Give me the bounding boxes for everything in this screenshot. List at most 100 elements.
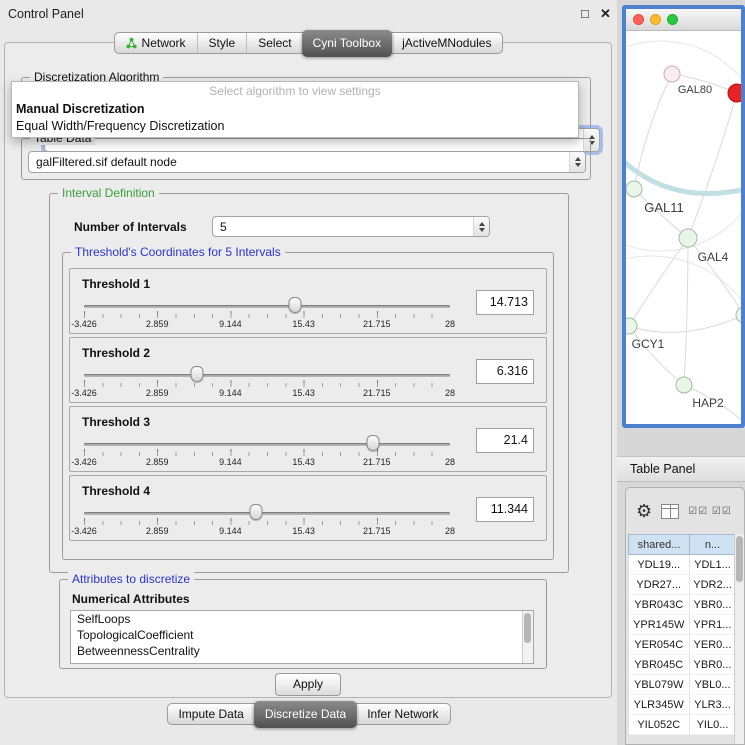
table-row[interactable]: YER054CYER0... [629, 635, 736, 655]
number-of-intervals-combobox[interactable]: 5 [212, 216, 490, 237]
tick-label: 9.144 [219, 388, 242, 398]
table-cell[interactable]: YPR145W [629, 615, 690, 635]
threshold-value-field[interactable]: 21.4 [476, 428, 534, 453]
table-row[interactable]: YBL079WYBL0... [629, 675, 736, 695]
table-cell[interactable]: YBL079W [629, 675, 690, 695]
table-cell[interactable]: YER054C [629, 635, 690, 655]
tab-label: Infer Network [367, 707, 438, 721]
network-node[interactable] [676, 377, 692, 393]
threshold-value-field[interactable]: 11.344 [476, 497, 534, 522]
attribute-list-item[interactable]: BetweennessCentrality [71, 643, 533, 659]
network-edge[interactable] [684, 238, 688, 385]
table-row[interactable]: YBR043CYBR0... [629, 595, 736, 615]
network-node[interactable] [664, 66, 680, 82]
algorithm-option[interactable]: Equal Width/Frequency Discretization [12, 118, 578, 135]
scrollbar-thumb[interactable] [524, 613, 531, 643]
network-edge[interactable] [629, 315, 741, 332]
close-window-icon[interactable]: ✕ [600, 6, 611, 22]
slider-track[interactable] [84, 443, 450, 446]
network-node[interactable] [728, 84, 741, 102]
network-node[interactable] [626, 318, 637, 334]
table-cell[interactable]: YDL1... [690, 555, 736, 575]
table-row[interactable]: YPR145WYPR1... [629, 615, 736, 635]
table-cell[interactable]: YBL0... [690, 675, 736, 695]
table-cell[interactable]: YLR345W [629, 695, 690, 715]
attribute-list-item[interactable]: TopologicalCoefficient [71, 627, 533, 643]
network-canvas-svg[interactable]: GAL80GAL11GAL4GCY1HAP2 [626, 31, 741, 424]
tab-infer-network[interactable]: Infer Network [356, 704, 449, 724]
column-header-name[interactable]: n... [690, 535, 736, 555]
table-row[interactable]: YDL19...YDL1... [629, 555, 736, 575]
tick-label: -3.426 [71, 319, 97, 329]
float-window-icon[interactable]: □ [581, 6, 589, 21]
table-cell[interactable]: YPR1... [690, 615, 736, 635]
slider-track[interactable] [84, 374, 450, 377]
tab-cyni-toolbox[interactable]: Cyni Toolbox [302, 30, 392, 57]
numerical-attributes-list[interactable]: SelfLoopsTopologicalCoefficientBetweenne… [70, 610, 534, 664]
slider-thumb[interactable] [250, 504, 263, 520]
threshold-value-field[interactable]: 6.316 [476, 359, 534, 384]
tab-label: Discretize Data [265, 707, 346, 721]
table-panel-header[interactable]: Table Panel [617, 456, 745, 482]
stepper-icon[interactable] [473, 217, 489, 236]
checkbox-icons[interactable]: ☑☑ ☑☑ [688, 506, 732, 517]
threshold-slider[interactable]: -3.4262.8599.14415.4321.71528 [84, 295, 450, 333]
threshold-slider[interactable]: -3.4262.8599.14415.4321.71528 [84, 364, 450, 402]
table-data-combobox[interactable]: galFiltered.sif default node [28, 151, 586, 173]
tab-select[interactable]: Select [246, 33, 302, 53]
columns-icon[interactable] [661, 504, 679, 519]
table-cell[interactable]: YLR3... [690, 695, 736, 715]
threshold-value-field[interactable]: 14.713 [476, 290, 534, 315]
network-node[interactable] [679, 229, 697, 247]
table-cell[interactable]: YBR0... [690, 655, 736, 675]
attributes-list-scrollbar[interactable] [522, 611, 533, 663]
tick-label: 28 [445, 457, 455, 467]
table-cell[interactable]: YBR043C [629, 595, 690, 615]
table-cell[interactable]: YDL19... [629, 555, 690, 575]
table-row[interactable]: YDR27...YDR2... [629, 575, 736, 595]
network-canvas[interactable]: GAL80GAL11GAL4GCY1HAP2 [626, 31, 741, 424]
zoom-traffic-light[interactable] [667, 14, 678, 25]
network-view-window[interactable]: GAL80GAL11GAL4GCY1HAP2 [622, 5, 745, 428]
table-cell[interactable]: YER0... [690, 635, 736, 655]
column-header-shared-name[interactable]: shared... [629, 535, 690, 555]
minimize-traffic-light[interactable] [650, 14, 661, 25]
table-cell[interactable]: YBR0... [690, 595, 736, 615]
table-scrollbar[interactable] [734, 534, 744, 744]
network-edge[interactable] [626, 159, 741, 194]
scrollbar-thumb[interactable] [736, 536, 743, 582]
tab-network[interactable]: Network [115, 33, 197, 53]
slider-thumb[interactable] [367, 435, 380, 451]
tick-label: 28 [445, 388, 455, 398]
table-row[interactable]: YBR045CYBR0... [629, 655, 736, 675]
table-row[interactable]: YLR345WYLR3... [629, 695, 736, 715]
slider-thumb[interactable] [191, 366, 204, 382]
threshold-slider[interactable]: -3.4262.8599.14415.4321.71528 [84, 433, 450, 471]
table-row[interactable]: YIL052CYIL0... [629, 715, 736, 735]
slider-track[interactable] [84, 305, 450, 308]
threshold-box: Threshold 2 -3.4262.8599.14415.4321.7152… [69, 337, 547, 403]
table-cell[interactable]: YBR045C [629, 655, 690, 675]
tab-impute-data[interactable]: Impute Data [167, 704, 254, 724]
tab-jactivemnodules[interactable]: jActiveMNodules [391, 33, 502, 53]
table-cell[interactable]: YDR27... [629, 575, 690, 595]
attribute-list-item[interactable]: SelfLoops [71, 611, 533, 627]
slider-thumb[interactable] [289, 297, 302, 313]
table-cell[interactable]: YIL0... [690, 715, 736, 735]
threshold-slider[interactable]: -3.4262.8599.14415.4321.71528 [84, 502, 450, 540]
gear-icon[interactable]: ⚙ [636, 501, 652, 522]
close-traffic-light[interactable] [633, 14, 644, 25]
network-edge[interactable] [688, 93, 737, 238]
apply-button[interactable]: Apply [275, 673, 341, 696]
slider-track[interactable] [84, 512, 450, 515]
network-edge[interactable] [629, 326, 684, 385]
tab-style[interactable]: Style [197, 33, 247, 53]
tab-discretize-data[interactable]: Discretize Data [254, 701, 357, 728]
algorithm-option[interactable]: Manual Discretization [12, 101, 578, 118]
network-node[interactable] [626, 181, 642, 197]
table-cell[interactable]: YDR2... [690, 575, 736, 595]
network-node[interactable] [736, 307, 741, 323]
table-cell[interactable]: YIL052C [629, 715, 690, 735]
stepper-icon[interactable] [569, 152, 585, 172]
tick-label: 9.144 [219, 457, 242, 467]
